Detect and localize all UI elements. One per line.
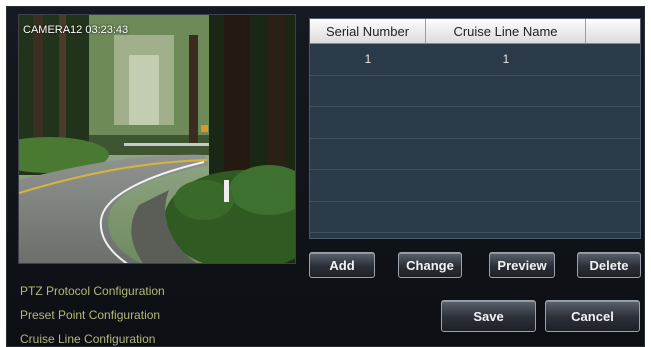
cell-cruise-line-name bbox=[426, 107, 586, 138]
cell-empty bbox=[586, 76, 640, 107]
cell-cruise-line-name bbox=[426, 76, 586, 107]
cell-serial-number bbox=[310, 107, 426, 138]
column-header-cruise-line-name[interactable]: Cruise Line Name bbox=[426, 19, 586, 43]
camera-timestamp-label: CAMERA12 03:23:43 bbox=[23, 24, 129, 36]
table-header: Serial Number Cruise Line Name bbox=[310, 19, 640, 44]
cell-empty bbox=[586, 107, 640, 138]
cell-empty bbox=[586, 202, 640, 233]
cell-cruise-line-name: 1 bbox=[502, 52, 510, 66]
cell-empty bbox=[586, 44, 640, 75]
table-row[interactable] bbox=[310, 76, 640, 107]
cell-cruise-line-name bbox=[426, 170, 586, 201]
nav-link-preset-point-configuration[interactable]: Preset Point Configuration bbox=[20, 308, 160, 322]
cell-empty bbox=[586, 170, 640, 201]
table-row[interactable] bbox=[310, 139, 640, 170]
table-row[interactable] bbox=[310, 107, 640, 139]
column-header-empty bbox=[586, 19, 640, 43]
table-row[interactable]: 1 1 bbox=[310, 44, 640, 76]
cancel-button[interactable]: Cancel bbox=[545, 300, 640, 332]
cell-serial-number bbox=[310, 76, 426, 107]
table-row[interactable] bbox=[310, 170, 640, 202]
table-row[interactable] bbox=[310, 202, 640, 233]
cell-serial-number bbox=[310, 139, 426, 170]
cruise-line-table: Serial Number Cruise Line Name 1 1 bbox=[309, 18, 641, 239]
cell-cruise-line-name bbox=[426, 202, 586, 233]
cell-serial-number bbox=[310, 202, 426, 233]
column-header-serial-number[interactable]: Serial Number bbox=[310, 19, 426, 43]
cell-cruise-line-name bbox=[426, 139, 586, 170]
cell-serial-number bbox=[310, 170, 426, 201]
nav-link-cruise-line-configuration[interactable]: Cruise Line Configuration bbox=[20, 332, 155, 346]
cell-empty bbox=[586, 139, 640, 170]
save-button[interactable]: Save bbox=[441, 300, 536, 332]
delete-button[interactable]: Delete bbox=[577, 252, 641, 278]
camera-image bbox=[19, 15, 295, 263]
camera-preview: CAMERA12 03:23:43 bbox=[18, 14, 296, 264]
preview-button[interactable]: Preview bbox=[489, 252, 555, 278]
change-button[interactable]: Change bbox=[398, 252, 462, 278]
add-button[interactable]: Add bbox=[309, 252, 375, 278]
cell-serial-number: 1 bbox=[364, 52, 372, 66]
nav-link-ptz-protocol-configuration[interactable]: PTZ Protocol Configuration bbox=[20, 284, 165, 298]
